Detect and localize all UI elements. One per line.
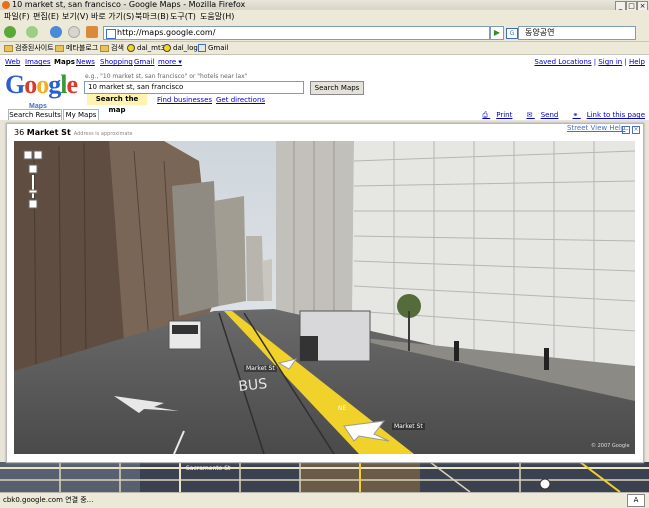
folder-icon (100, 44, 109, 52)
bookmark-folder[interactable]: 검색 (100, 43, 124, 53)
stop-icon[interactable] (68, 26, 80, 38)
zoom-thumb[interactable] (28, 189, 38, 194)
link-to-page[interactable]: ⚭ Link to this page (567, 111, 645, 119)
maps-search-input[interactable]: 10 market st, san francisco (84, 81, 304, 94)
street-view-image[interactable]: BUS Market St Market St NE © 2007 Google (14, 141, 635, 454)
bookmark-label: Gmail (208, 44, 229, 52)
nav-shopping[interactable]: Shopping (100, 58, 133, 66)
url-text: http://maps.google.com/ (117, 28, 216, 37)
bookmark-item[interactable]: dal_mt3 (127, 43, 165, 53)
send-label: Send (540, 111, 559, 119)
street-scene: BUS (14, 141, 635, 454)
bookmark-item[interactable]: dal_log (163, 43, 198, 53)
printer-icon: ⎙ (482, 111, 489, 119)
reload-icon[interactable] (50, 26, 62, 38)
home-icon[interactable] (86, 26, 98, 38)
bookmark-label: 메타블로그 (66, 44, 99, 52)
nav-news[interactable]: News (76, 58, 95, 66)
street-view-address: 36 Market St Address is approximate (14, 128, 132, 139)
back-icon[interactable] (4, 26, 16, 38)
menu-go[interactable]: 바로 가기(S) (91, 11, 134, 22)
google-maps-logo[interactable]: Google Maps (5, 72, 78, 111)
bookmark-label: dal_log (173, 44, 198, 52)
map-strip[interactable]: Sacramento St (0, 462, 649, 492)
map-tools: ⎙ Print ✉ Send ⚭ Link to this page (470, 111, 645, 119)
menu-edit[interactable]: 편집(E) (33, 11, 59, 22)
link-label: Link to this page (586, 111, 645, 119)
firefox-icon (2, 1, 10, 9)
pan-left-icon[interactable] (23, 150, 33, 160)
map-roads (0, 462, 649, 492)
status-bar: cbk0.google.com 연결 중... A (0, 492, 649, 508)
bookmark-folder[interactable]: 검증된사이트 (4, 43, 54, 53)
bookmark-item[interactable]: Gmail (198, 43, 228, 53)
tab-find-businesses[interactable]: Find businesses (157, 96, 212, 104)
zoom-out-icon[interactable] (28, 199, 38, 209)
search-maps-button[interactable]: Search Maps (310, 81, 364, 95)
address-number: 36 (14, 128, 25, 137)
street-label: Sacramento St (186, 465, 231, 472)
compass-label: NE (338, 405, 347, 412)
search-field-text: 동양공연 (525, 28, 555, 37)
bookmark-label: 검색 (111, 44, 124, 52)
nav-more[interactable]: more ▾ (158, 58, 182, 66)
folder-icon (55, 44, 64, 52)
bookmark-label: 검증된사이트 (15, 44, 54, 52)
nav-maps: Maps (54, 58, 75, 66)
bookmark-folder[interactable]: 메타블로그 (55, 43, 98, 53)
ime-indicator[interactable]: A (627, 494, 645, 507)
url-field[interactable]: http://maps.google.com/ (103, 26, 490, 40)
go-button[interactable]: ▶ (490, 26, 504, 40)
saved-locations-link[interactable]: Saved Locations (534, 58, 591, 66)
gmail-icon (198, 44, 206, 52)
minimize-panel-icon[interactable]: − (622, 126, 630, 134)
account-links: Saved Locations | Sign in | Help (534, 58, 645, 66)
menu-bar: 파일(F) 편집(E) 보기(V) 바로 가기(S) 북마크(B) 도구(T) … (0, 10, 649, 23)
nav-web[interactable]: Web (5, 58, 20, 66)
page-favicon-icon (106, 29, 116, 39)
search-field[interactable]: 동양공연 (518, 26, 636, 40)
forward-icon[interactable] (26, 26, 38, 38)
envelope-icon: ✉ (526, 111, 533, 119)
address-street: Market St (26, 128, 71, 137)
street-view-help-link[interactable]: Street View Help (567, 124, 625, 132)
maps-search-text: 10 market st, san francisco (88, 83, 184, 91)
nav-images[interactable]: Images (25, 58, 51, 66)
help-link[interactable]: Help (629, 58, 645, 66)
street-label-2: Market St (392, 423, 425, 430)
menu-view[interactable]: 보기(V) (62, 11, 88, 22)
dot-icon (127, 44, 135, 52)
menu-file[interactable]: 파일(F) (4, 11, 30, 22)
copyright: © 2007 Google (591, 443, 630, 449)
search-engine-icon[interactable]: G (506, 28, 518, 39)
send-link[interactable]: ✉ Send (521, 111, 559, 119)
bookmark-label: dal_mt3 (137, 44, 166, 52)
chain-link-icon: ⚭ (572, 111, 579, 119)
menu-bookmarks[interactable]: 북마크(B) (135, 11, 169, 22)
menu-tools[interactable]: 도구(T) (170, 11, 196, 22)
menu-help[interactable]: 도움말(H) (200, 11, 234, 22)
tab-get-directions[interactable]: Get directions (216, 96, 265, 104)
zoom-in-icon[interactable] (28, 164, 38, 174)
close-panel-icon[interactable]: × (632, 126, 640, 134)
road-marking: BUS (238, 376, 268, 395)
folder-icon (4, 44, 13, 52)
print-link[interactable]: ⎙ Print (476, 111, 512, 119)
print-label: Print (496, 111, 513, 119)
window-title: 10 market st, san francisco - Google Map… (12, 0, 246, 9)
dot-icon (163, 44, 171, 52)
pan-right-icon[interactable] (33, 150, 43, 160)
street-label-1: Market St (244, 365, 277, 372)
nav-gmail[interactable]: Gmail (134, 58, 154, 66)
search-hint: e.g., "10 market st, san francisco" or "… (85, 73, 248, 80)
bookmarks-bar: 검증된사이트 메타블로그 검색 dal_mt3 dal_log Gmail (0, 42, 649, 55)
sign-in-link[interactable]: Sign in (598, 58, 622, 66)
tab-search-the-map[interactable]: Search the map (87, 94, 147, 114)
status-text: cbk0.google.com 연결 중... (3, 496, 94, 504)
address-note: Address is approximate (73, 131, 133, 137)
